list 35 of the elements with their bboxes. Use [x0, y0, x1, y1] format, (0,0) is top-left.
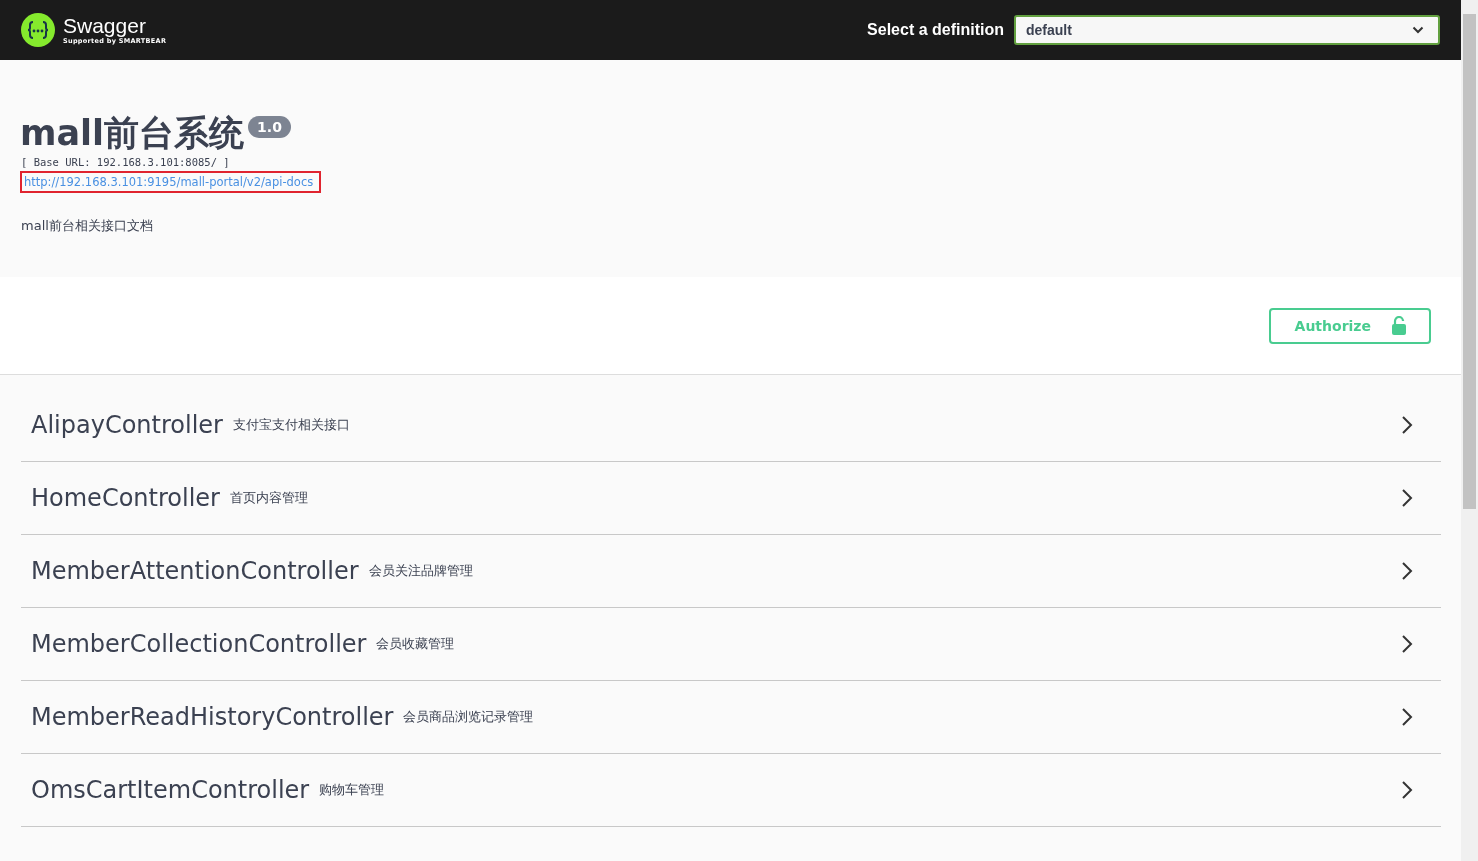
tag-name: MemberCollectionController: [31, 630, 367, 658]
padlock-icon: [1391, 316, 1407, 335]
tag-description: 购物车管理: [319, 781, 386, 799]
version-badge: 1.0: [248, 116, 291, 138]
chevron-right-icon: [1401, 780, 1413, 800]
tag-section-header[interactable]: OmsCartItemController 购物车管理: [21, 754, 1441, 827]
tag-section-header[interactable]: MemberAttentionController 会员关注品牌管理: [21, 535, 1441, 608]
api-description: mall前台相关接口文档: [21, 217, 153, 235]
tag-description: 会员收藏管理: [376, 635, 456, 653]
tag-section-header[interactable]: AlipayController 支付宝支付相关接口: [21, 389, 1441, 462]
brand-name: Swagger: [63, 15, 147, 37]
definition-select[interactable]: default: [1014, 15, 1440, 45]
tag-description: 支付宝支付相关接口: [232, 416, 351, 434]
tag-description: 首页内容管理: [229, 489, 309, 507]
chevron-right-icon: [1401, 634, 1413, 654]
scrollbar[interactable]: [1461, 0, 1478, 861]
tag-name: OmsCartItemController: [31, 776, 310, 804]
chevron-right-icon: [1401, 707, 1413, 727]
chevron-down-icon: [1412, 26, 1424, 34]
tag-name: MemberReadHistoryController: [31, 703, 394, 731]
braces-logo-icon: [20, 12, 56, 48]
tag-description: 会员关注品牌管理: [368, 562, 474, 580]
tag-name: HomeController: [31, 484, 220, 512]
tag-description: 会员商品浏览记录管理: [403, 708, 535, 726]
tag-section-header[interactable]: HomeController 首页内容管理: [21, 462, 1441, 535]
tag-name: AlipayController: [31, 411, 223, 439]
tag-section-header[interactable]: MemberReadHistoryController 会员商品浏览记录管理: [21, 681, 1441, 754]
tag-name: MemberAttentionController: [31, 557, 359, 585]
api-title: mall前台系统: [20, 112, 245, 155]
tag-section-header[interactable]: MemberCollectionController 会员收藏管理: [21, 608, 1441, 681]
chevron-right-icon: [1401, 415, 1413, 435]
chevron-right-icon: [1401, 488, 1413, 508]
base-url: [ Base URL: 192.168.3.101:8085/ ]: [21, 156, 230, 168]
definition-label: Select a definition: [867, 21, 1004, 39]
chevron-right-icon: [1401, 561, 1413, 581]
